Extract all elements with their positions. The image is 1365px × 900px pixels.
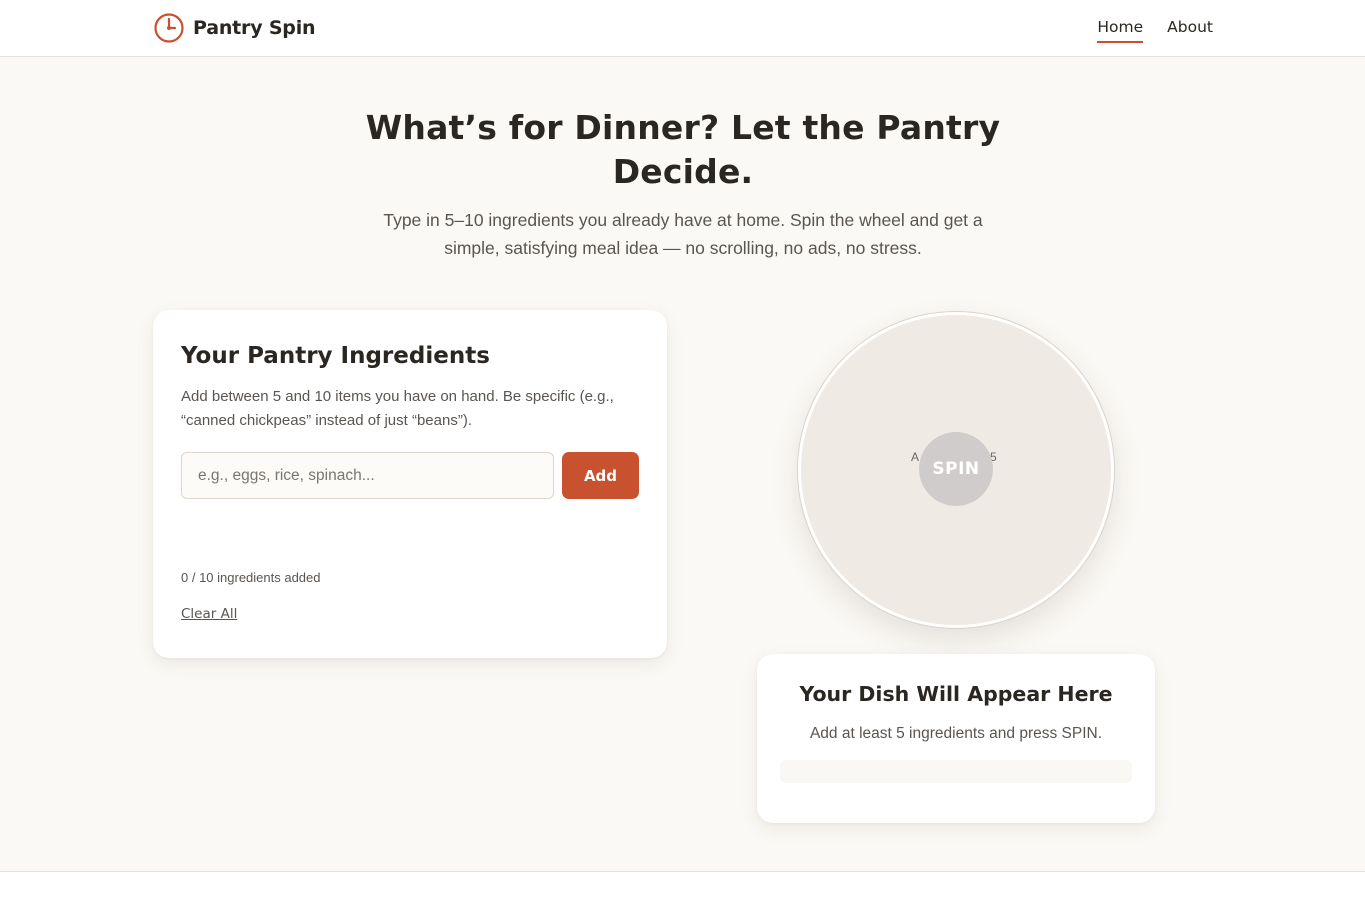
hero-title: What’s for Dinner? Let the Pantry Decide… xyxy=(365,108,1001,191)
main-nav: Home About xyxy=(1097,18,1213,43)
brand[interactable]: Pantry Spin xyxy=(153,12,316,44)
dish-result-card: Your Dish Will Appear Here Add at least … xyxy=(757,654,1155,823)
pantry-card: Your Pantry Ingredients Add between 5 an… xyxy=(153,310,667,658)
dish-subtitle: Add at least 5 ingredients and press SPI… xyxy=(809,725,1103,742)
hero-subtitle: Type in 5–10 ingredients you already hav… xyxy=(383,210,983,258)
nav-about-link[interactable]: About xyxy=(1167,18,1213,43)
spin-wheel: A 5 SPIN xyxy=(798,312,1114,628)
clock-icon xyxy=(154,13,184,43)
top-navbar: Pantry Spin Home About xyxy=(0,0,1365,57)
dish-title: Your Dish Will Appear Here xyxy=(799,682,1113,706)
ingredient-count: 0 / 10 ingredients added xyxy=(181,570,321,585)
brand-name: Pantry Spin xyxy=(193,17,316,39)
dish-placeholder-bar xyxy=(780,760,1132,783)
spin-button[interactable]: SPIN xyxy=(919,432,993,506)
ingredient-input[interactable] xyxy=(181,452,554,499)
footer xyxy=(0,871,1365,900)
nav-home-link[interactable]: Home xyxy=(1097,18,1144,43)
wheel-segment-label: A xyxy=(911,450,920,464)
pantry-title: Your Pantry Ingredients xyxy=(181,343,490,369)
add-ingredient-button[interactable]: Add xyxy=(562,452,639,499)
pantry-description: Add between 5 and 10 items you have on h… xyxy=(181,388,614,429)
clear-all-link[interactable]: Clear All xyxy=(181,606,237,622)
